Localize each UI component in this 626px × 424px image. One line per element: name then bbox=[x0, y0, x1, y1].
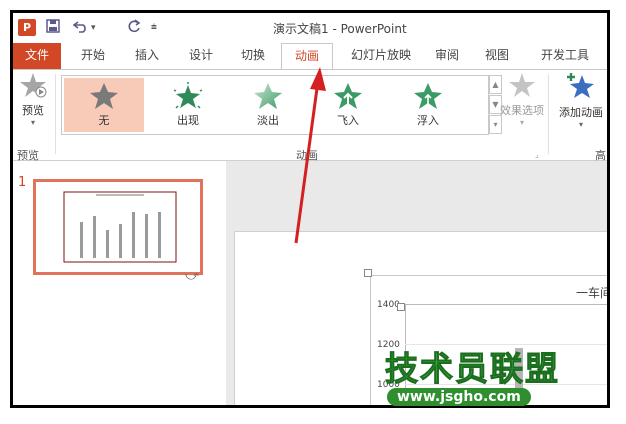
tab-slideshow[interactable]: 幻灯片放映 bbox=[343, 43, 419, 69]
watermark-title: 技术员联盟 bbox=[385, 349, 560, 388]
animation-appear[interactable]: 出现 bbox=[148, 78, 228, 132]
annotation-arrow-icon bbox=[294, 67, 326, 244]
thumbnail-chart bbox=[63, 191, 177, 263]
selection-handle[interactable] bbox=[397, 303, 405, 311]
animation-none-label: 无 bbox=[98, 114, 110, 127]
preview-button[interactable]: 预览 ▾ bbox=[16, 72, 50, 138]
star-burst-icon bbox=[173, 82, 203, 109]
animation-none[interactable]: 无 bbox=[64, 78, 144, 132]
chevron-down-icon: ▾ bbox=[519, 118, 524, 127]
animation-appear-label: 出现 bbox=[177, 114, 199, 127]
star-gray-icon bbox=[90, 83, 118, 109]
add-animation-star-icon bbox=[567, 73, 594, 98]
tab-design[interactable]: 设计 bbox=[179, 43, 223, 69]
tab-transitions[interactable]: 切换 bbox=[231, 43, 275, 69]
group-separator bbox=[55, 74, 56, 154]
tab-view[interactable]: 视图 bbox=[475, 43, 519, 69]
effect-options-button[interactable]: 效果选项 ▾ bbox=[493, 72, 551, 138]
tab-review[interactable]: 审阅 bbox=[427, 43, 467, 69]
slide-thumbnail[interactable] bbox=[33, 179, 203, 275]
save-icon[interactable] bbox=[46, 19, 60, 37]
chevron-down-icon: ▾ bbox=[30, 118, 35, 127]
gridline bbox=[405, 344, 607, 345]
undo-icon[interactable] bbox=[72, 19, 89, 37]
preview-label: 预览 bbox=[22, 104, 44, 117]
powerpoint-logo-icon: P bbox=[18, 19, 36, 36]
animation-gallery: 无 出现 淡出 飞入 浮入 ▲ ▼ ▾ bbox=[61, 75, 502, 135]
title-bar: P ▾ ⩧ 演示文稿1 - PowerPoint bbox=[13, 13, 607, 43]
customize-icon[interactable]: ⩧ bbox=[151, 22, 157, 33]
star-fade-icon bbox=[254, 83, 282, 109]
star-fly-icon bbox=[334, 83, 362, 109]
star-float-icon bbox=[414, 83, 442, 109]
tab-developer[interactable]: 开发工具 bbox=[535, 43, 595, 69]
animation-float-in-label: 浮入 bbox=[417, 114, 439, 127]
chart-title: 一车间 bbox=[576, 286, 610, 300]
watermark-url: www.jsgho.com bbox=[387, 388, 531, 406]
tab-insert[interactable]: 插入 bbox=[125, 43, 169, 69]
effect-options-star-icon bbox=[509, 73, 535, 97]
tab-file[interactable]: 文件 bbox=[13, 43, 61, 69]
dialog-launcher-icon[interactable]: ⌟ bbox=[535, 150, 539, 159]
slide-number: 1 bbox=[18, 175, 27, 190]
animation-marker-icon: ⤻ bbox=[185, 269, 199, 284]
tab-home[interactable]: 开始 bbox=[71, 43, 115, 69]
redo-icon[interactable] bbox=[127, 19, 141, 37]
animation-float-in[interactable]: 浮入 bbox=[388, 78, 468, 132]
watermark: 技术员联盟 www.jsgho.com bbox=[385, 349, 560, 406]
selection-handle[interactable] bbox=[364, 269, 372, 277]
preview-star-icon bbox=[20, 73, 47, 98]
group-separator bbox=[548, 74, 549, 154]
chevron-down-icon: ▾ bbox=[578, 120, 583, 129]
window-title: 演示文稿1 - PowerPoint bbox=[273, 22, 407, 36]
undo-dropdown-icon[interactable]: ▾ bbox=[91, 23, 96, 33]
add-animation-label: 添加动画 bbox=[559, 106, 603, 119]
effect-options-label: 效果选项 bbox=[500, 104, 544, 117]
add-animation-button[interactable]: 添加动画 ▾ bbox=[553, 72, 607, 138]
thumbnail-pane: 1 ⤻ bbox=[13, 161, 226, 405]
